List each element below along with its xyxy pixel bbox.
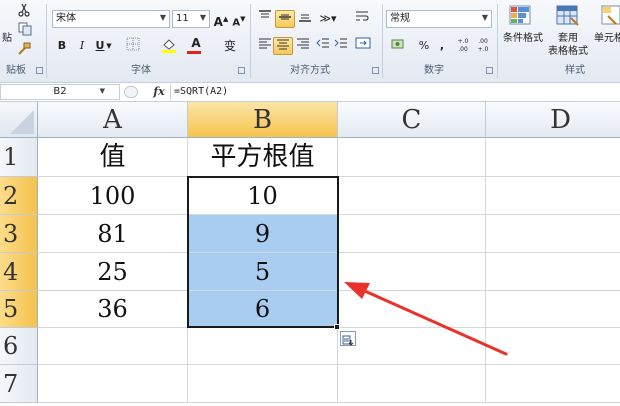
accounting-format-icon[interactable] bbox=[388, 37, 412, 55]
copy-icon[interactable] bbox=[16, 22, 34, 40]
conditional-format-icon[interactable] bbox=[508, 4, 534, 28]
number-launcher-icon[interactable] bbox=[486, 67, 493, 74]
chevron-down-icon: ▼ bbox=[481, 13, 488, 22]
increase-indent-icon[interactable] bbox=[331, 37, 351, 55]
cut-icon[interactable] bbox=[16, 3, 32, 21]
align-top-icon[interactable] bbox=[255, 10, 275, 28]
increase-decimal-button[interactable]: +.0 .00 bbox=[454, 38, 472, 56]
styles-group-label: 样式 bbox=[565, 65, 585, 76]
chevron-down-icon: ▼ bbox=[199, 13, 206, 22]
align-right-icon[interactable] bbox=[293, 37, 313, 55]
name-box[interactable]: B2 ▼ bbox=[0, 84, 120, 100]
paste-button-label[interactable]: 贴 bbox=[0, 32, 14, 45]
number-group-label: 数字 bbox=[424, 65, 444, 76]
cell-styles-button[interactable]: 单元格 bbox=[594, 32, 620, 45]
separator bbox=[250, 4, 251, 78]
table-format-line1[interactable]: 套用 bbox=[548, 32, 588, 45]
shrink-font-glyph: A bbox=[232, 17, 241, 29]
font-color-glyph: A bbox=[191, 36, 201, 50]
align-middle-icon[interactable] bbox=[275, 10, 295, 28]
ribbon: 贴 贴板 宋体 ▼ 11 ▼ A▲ A▼ B I U ▼ A 变 字体 ≫▾ 对… bbox=[0, 0, 620, 83]
borders-button[interactable] bbox=[120, 37, 146, 55]
annotation-arrow-icon bbox=[344, 282, 508, 356]
font-group-label: 字体 bbox=[131, 65, 151, 76]
align-left-icon[interactable] bbox=[255, 37, 275, 55]
table-format-line2[interactable]: 表格格式 bbox=[540, 45, 596, 58]
cell-styles-icon[interactable] bbox=[600, 4, 620, 28]
comma-button[interactable]: , bbox=[432, 37, 452, 55]
chevron-down-icon: ▼ bbox=[159, 13, 166, 22]
font-color-button[interactable]: A bbox=[184, 37, 208, 55]
formula-bar: B2 ▼ fx =SQRT(A2) bbox=[0, 83, 620, 102]
wrap-text-icon[interactable] bbox=[352, 10, 372, 28]
insert-function-icon[interactable]: fx bbox=[150, 84, 168, 100]
name-box-value: B2 bbox=[53, 86, 67, 97]
number-format-select[interactable]: 常规 ▼ bbox=[386, 10, 492, 28]
clipboard-group-label: 贴板 bbox=[6, 65, 26, 76]
alignment-group-label: 对齐方式 bbox=[290, 65, 330, 76]
conditional-format-button[interactable]: 条件格式 bbox=[500, 32, 546, 45]
separator bbox=[497, 4, 498, 78]
decrease-indent-icon[interactable] bbox=[313, 37, 333, 55]
italic-button[interactable]: I bbox=[72, 37, 92, 55]
align-center-icon[interactable] bbox=[273, 37, 293, 55]
separator bbox=[46, 4, 47, 78]
format-painter-icon[interactable] bbox=[16, 42, 32, 60]
align-bottom-icon[interactable] bbox=[295, 10, 315, 28]
percent-button[interactable]: % bbox=[414, 37, 434, 55]
underline-dropdown-icon[interactable]: ▼ bbox=[104, 37, 114, 55]
font-size-select[interactable]: 11 ▼ bbox=[172, 10, 210, 28]
chevron-down-icon: ▼ bbox=[99, 87, 105, 95]
grow-font-glyph: A bbox=[213, 15, 223, 29]
font-color-swatch bbox=[187, 51, 201, 54]
fill-color-button[interactable] bbox=[158, 37, 182, 55]
clipboard-launcher-icon[interactable] bbox=[36, 67, 43, 74]
formula-input[interactable]: =SQRT(A2) bbox=[170, 84, 620, 100]
number-format-value: 常规 bbox=[390, 13, 410, 24]
separator bbox=[382, 4, 383, 78]
grow-font-button[interactable]: A▲ bbox=[211, 10, 231, 29]
merge-center-icon[interactable] bbox=[352, 37, 376, 55]
alignment-launcher-icon[interactable] bbox=[372, 67, 379, 74]
font-size-value: 11 bbox=[176, 13, 189, 24]
formula-divider-handle[interactable] bbox=[124, 86, 138, 98]
shrink-font-button[interactable]: A▼ bbox=[229, 10, 249, 28]
font-name-value: 宋体 bbox=[56, 13, 76, 24]
bold-button[interactable]: B bbox=[52, 37, 72, 55]
phonetic-button[interactable]: 变 bbox=[218, 37, 242, 55]
orientation-icon[interactable]: ≫▾ bbox=[315, 10, 341, 28]
font-name-select[interactable]: 宋体 ▼ bbox=[52, 10, 170, 28]
font-launcher-icon[interactable] bbox=[238, 67, 245, 74]
worksheet-grid: A B C D 1 2 3 4 5 6 7 值 平方根值 100 10 81 9… bbox=[0, 102, 620, 406]
table-format-icon[interactable] bbox=[555, 4, 581, 28]
decrease-decimal-button[interactable]: .00 +.0 bbox=[474, 38, 492, 56]
